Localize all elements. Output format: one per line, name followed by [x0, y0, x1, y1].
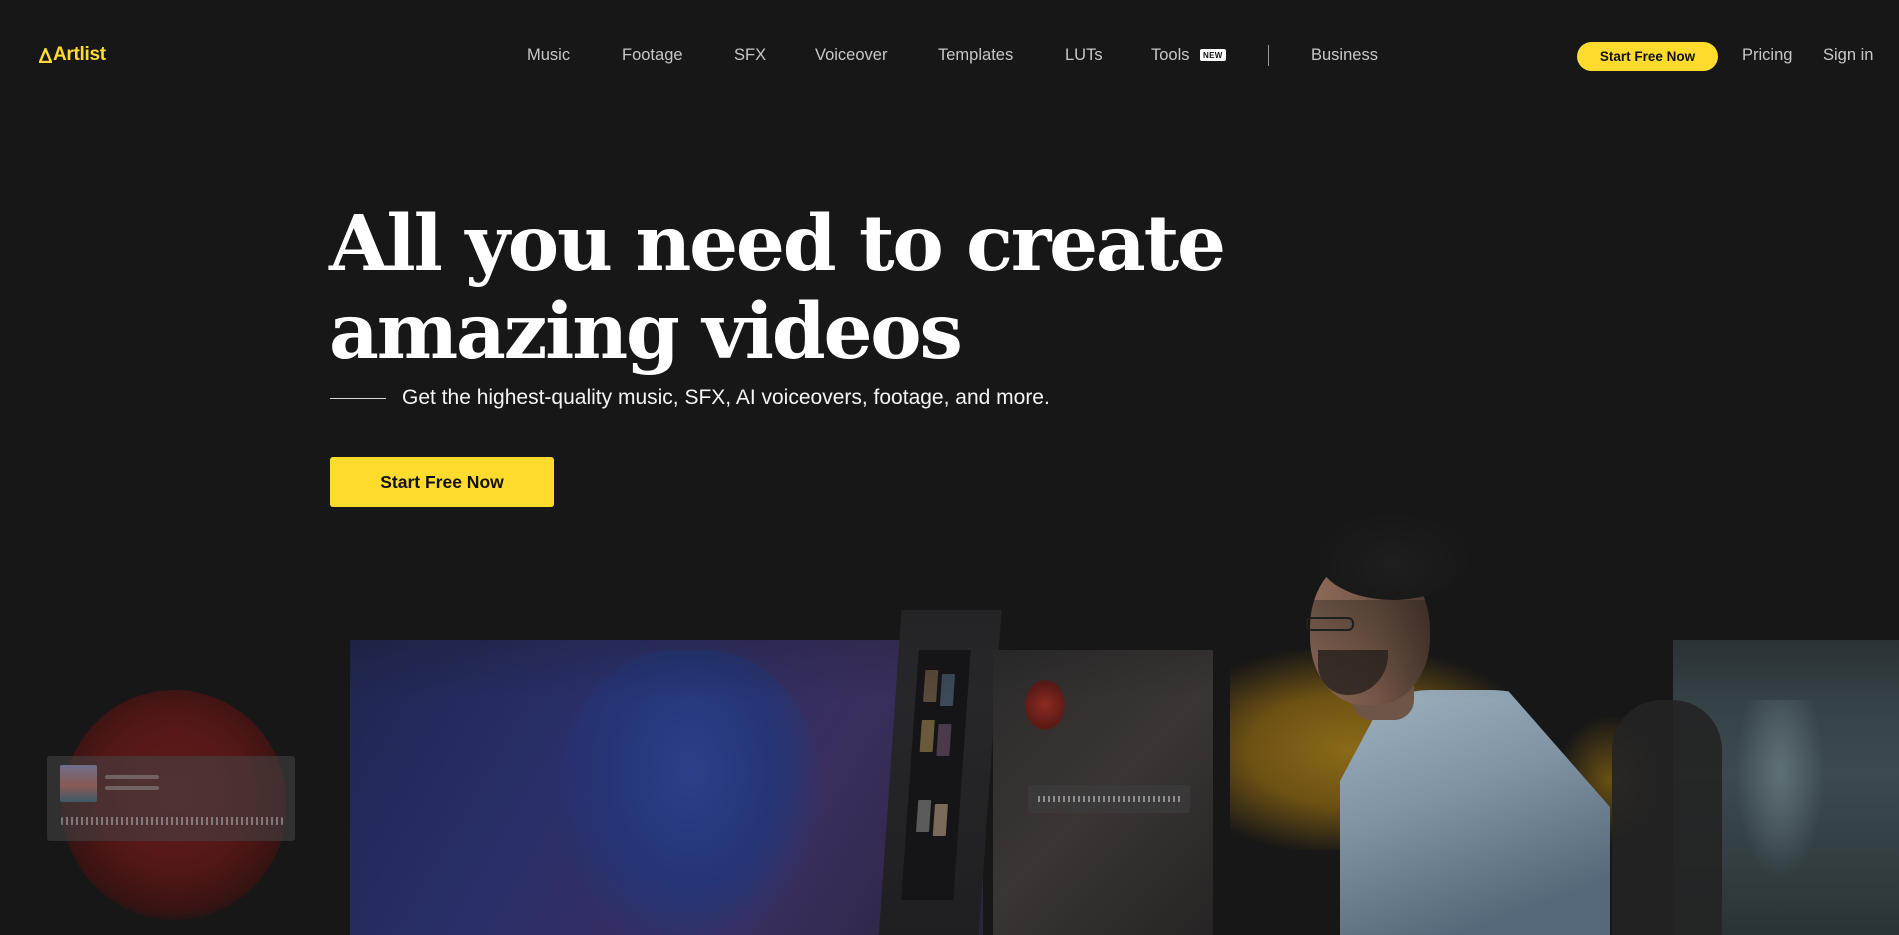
- background-figure: [1612, 700, 1722, 935]
- nav-footage[interactable]: Footage: [622, 46, 683, 65]
- screen-thumbnail: [916, 800, 932, 832]
- sign-in-link[interactable]: Sign in: [1823, 46, 1873, 65]
- nav-music[interactable]: Music: [527, 46, 570, 65]
- tools-new-badge: NEW: [1200, 49, 1226, 61]
- track-title-placeholder: [105, 775, 159, 779]
- pricing-link[interactable]: Pricing: [1742, 46, 1792, 65]
- hero-title-line-2: amazing videos: [329, 287, 963, 377]
- hero-start-free-button[interactable]: Start Free Now: [330, 457, 554, 507]
- header-start-free-button[interactable]: Start Free Now: [1577, 42, 1718, 71]
- hero-subtitle: Get the highest-quality music, SFX, AI v…: [402, 386, 1050, 409]
- waveform-graphic: [1038, 796, 1180, 802]
- track-artist-placeholder: [105, 786, 159, 790]
- nav-sfx[interactable]: SFX: [734, 46, 766, 65]
- glasses-icon: [1306, 617, 1354, 631]
- hero-title-line-1: All you need to create: [329, 199, 1226, 289]
- screen-thumbnail: [939, 674, 956, 706]
- waveform-graphic: [61, 817, 283, 825]
- nav-business[interactable]: Business: [1311, 46, 1378, 65]
- man-hair: [1318, 515, 1468, 600]
- screen-thumbnail: [923, 670, 939, 702]
- nav-luts[interactable]: LUTs: [1065, 46, 1103, 65]
- woman-red-hair: [1025, 680, 1065, 730]
- site-header: Artlist Music Footage SFX Voiceover Temp…: [0, 0, 1899, 112]
- nav-divider: [1268, 45, 1269, 66]
- nav-voiceover[interactable]: Voiceover: [815, 46, 887, 65]
- blurred-dancer-figure: [560, 650, 820, 935]
- track-thumbnail: [60, 765, 97, 802]
- hero-title: All you need to create amazing videos: [329, 200, 1229, 376]
- screen-thumbnail: [919, 720, 935, 752]
- music-player-card: [47, 756, 295, 841]
- subtitle-rule: [330, 398, 386, 399]
- landing-page: Artlist Music Footage SFX Voiceover Temp…: [0, 0, 1899, 935]
- statue-figure: [1735, 700, 1825, 880]
- nav-templates[interactable]: Templates: [938, 46, 1013, 65]
- screen-thumbnail: [936, 724, 952, 756]
- nav-tools[interactable]: Tools: [1151, 46, 1190, 65]
- screen-thumbnail: [932, 804, 948, 836]
- audio-waveform-pill: [1028, 785, 1190, 813]
